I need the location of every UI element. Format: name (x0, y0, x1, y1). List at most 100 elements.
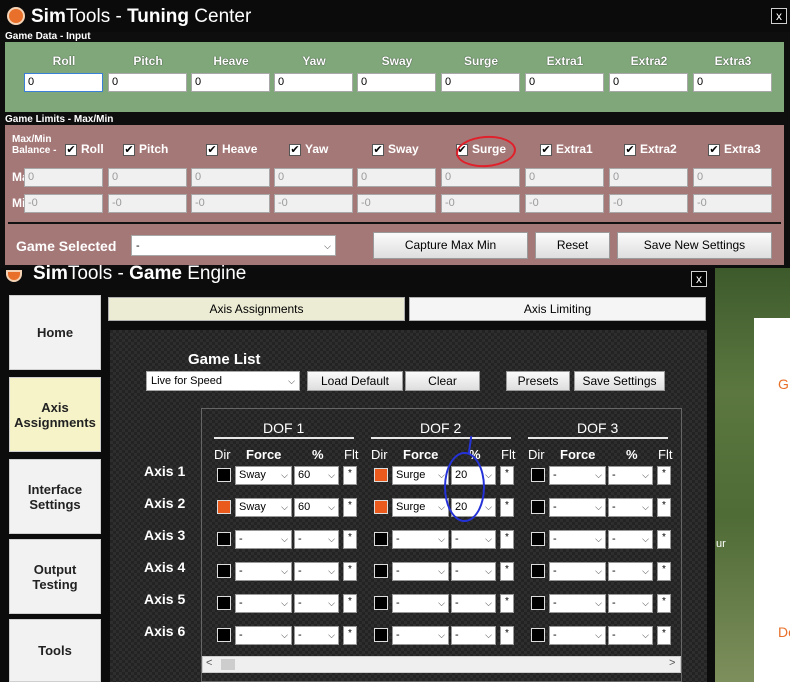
filter-button[interactable]: * (657, 562, 671, 581)
scroll-right-icon[interactable]: > (669, 657, 675, 669)
percent-dropdown[interactable]: - ⌵ (608, 594, 653, 613)
max-field-pitch[interactable]: 0 (108, 168, 187, 187)
dir-toggle[interactable] (217, 468, 231, 482)
percent-dropdown[interactable]: - ⌵ (451, 562, 496, 581)
filter-button[interactable]: * (343, 626, 357, 645)
input-extra3[interactable]: 0 (693, 73, 772, 92)
input-yaw[interactable]: 0 (274, 73, 353, 92)
filter-button[interactable]: * (657, 498, 671, 517)
balance-checkbox-heave[interactable]: ✔ (206, 144, 218, 156)
max-field-sway[interactable]: 0 (357, 168, 436, 187)
game-engine-close-button[interactable]: x (691, 271, 707, 287)
input-sway[interactable]: 0 (357, 73, 436, 92)
min-field-extra3[interactable]: -0 (693, 194, 772, 213)
filter-button[interactable]: * (500, 498, 514, 517)
filter-button[interactable]: * (657, 530, 671, 549)
dir-toggle[interactable] (374, 500, 388, 514)
scroll-thumb[interactable] (221, 659, 235, 670)
min-field-pitch[interactable]: -0 (108, 194, 187, 213)
force-dropdown[interactable]: Surge ⌵ (392, 466, 449, 485)
tab-axis-assignments[interactable]: Axis Assignments (108, 297, 405, 321)
reset-button[interactable]: Reset (535, 232, 610, 259)
min-field-surge[interactable]: -0 (441, 194, 520, 213)
input-extra1[interactable]: 0 (525, 73, 604, 92)
force-dropdown[interactable]: - ⌵ (549, 498, 606, 517)
force-dropdown[interactable]: - ⌵ (392, 594, 449, 613)
force-dropdown[interactable]: - ⌵ (549, 466, 606, 485)
force-dropdown[interactable]: - ⌵ (549, 530, 606, 549)
force-dropdown[interactable]: - ⌵ (235, 530, 292, 549)
percent-dropdown[interactable]: - ⌵ (608, 626, 653, 645)
filter-button[interactable]: * (500, 594, 514, 613)
dir-toggle[interactable] (531, 468, 545, 482)
filter-button[interactable]: * (500, 626, 514, 645)
percent-dropdown[interactable]: - ⌵ (608, 466, 653, 485)
dir-toggle[interactable] (531, 532, 545, 546)
filter-button[interactable]: * (343, 594, 357, 613)
presets-button[interactable]: Presets (506, 371, 570, 391)
dir-toggle[interactable] (531, 564, 545, 578)
balance-checkbox-extra1[interactable]: ✔ (540, 144, 552, 156)
scroll-left-icon[interactable]: < (206, 657, 212, 669)
force-dropdown[interactable]: Sway ⌵ (235, 466, 292, 485)
filter-button[interactable]: * (343, 530, 357, 549)
filter-button[interactable]: * (657, 466, 671, 485)
min-field-extra2[interactable]: -0 (609, 194, 688, 213)
filter-button[interactable]: * (343, 562, 357, 581)
percent-dropdown[interactable]: - ⌵ (294, 594, 339, 613)
filter-button[interactable]: * (343, 466, 357, 485)
input-surge[interactable]: 0 (441, 73, 520, 92)
dir-toggle[interactable] (374, 468, 388, 482)
force-dropdown[interactable]: - ⌵ (235, 626, 292, 645)
force-dropdown[interactable]: Surge ⌵ (392, 498, 449, 517)
dir-toggle[interactable] (374, 596, 388, 610)
dir-toggle[interactable] (531, 628, 545, 642)
filter-button[interactable]: * (500, 530, 514, 549)
force-dropdown[interactable]: - ⌵ (392, 626, 449, 645)
force-dropdown[interactable]: - ⌵ (392, 562, 449, 581)
save-settings-button[interactable]: Save Settings (574, 371, 665, 391)
balance-checkbox-roll[interactable]: ✔ (65, 144, 77, 156)
dir-toggle[interactable] (217, 500, 231, 514)
force-dropdown[interactable]: - ⌵ (235, 594, 292, 613)
dir-toggle[interactable] (217, 532, 231, 546)
save-new-settings-button[interactable]: Save New Settings (617, 232, 772, 259)
min-field-heave[interactable]: -0 (191, 194, 270, 213)
filter-button[interactable]: * (500, 466, 514, 485)
dir-toggle[interactable] (217, 564, 231, 578)
percent-dropdown[interactable]: - ⌵ (608, 498, 653, 517)
force-dropdown[interactable]: - ⌵ (235, 562, 292, 581)
game-selected-dropdown[interactable]: - ⌵ (131, 235, 336, 256)
tuning-center-close-button[interactable]: x (771, 8, 787, 24)
balance-checkbox-pitch[interactable]: ✔ (123, 144, 135, 156)
percent-dropdown[interactable]: - ⌵ (608, 530, 653, 549)
min-field-sway[interactable]: -0 (357, 194, 436, 213)
max-field-yaw[interactable]: 0 (274, 168, 353, 187)
game-list-dropdown[interactable]: Live for Speed ⌵ (146, 371, 300, 391)
filter-button[interactable]: * (657, 594, 671, 613)
input-pitch[interactable]: 0 (108, 73, 187, 92)
min-field-extra1[interactable]: -0 (525, 194, 604, 213)
force-dropdown[interactable]: - ⌵ (549, 626, 606, 645)
percent-dropdown[interactable]: - ⌵ (451, 530, 496, 549)
sidebar-item-output-testing[interactable]: Output Testing (9, 539, 101, 614)
sidebar-item-home[interactable]: Home (9, 295, 101, 370)
max-field-extra3[interactable]: 0 (693, 168, 772, 187)
balance-checkbox-yaw[interactable]: ✔ (289, 144, 301, 156)
load-default-button[interactable]: Load Default (307, 371, 403, 391)
min-field-roll[interactable]: -0 (24, 194, 103, 213)
dir-toggle[interactable] (531, 500, 545, 514)
percent-dropdown[interactable]: - ⌵ (294, 530, 339, 549)
sidebar-item-interface-settings[interactable]: Interface Settings (9, 459, 101, 534)
max-field-extra1[interactable]: 0 (525, 168, 604, 187)
clear-button[interactable]: Clear (405, 371, 480, 391)
force-dropdown[interactable]: - ⌵ (549, 594, 606, 613)
balance-checkbox-extra3[interactable]: ✔ (708, 144, 720, 156)
dir-toggle[interactable] (217, 596, 231, 610)
sidebar-item-axis-assignments[interactable]: Axis Assignments (9, 377, 101, 452)
dir-toggle[interactable] (374, 628, 388, 642)
percent-dropdown[interactable]: - ⌵ (294, 562, 339, 581)
dir-toggle[interactable] (217, 628, 231, 642)
input-heave[interactable]: 0 (191, 73, 270, 92)
force-dropdown[interactable]: - ⌵ (549, 562, 606, 581)
